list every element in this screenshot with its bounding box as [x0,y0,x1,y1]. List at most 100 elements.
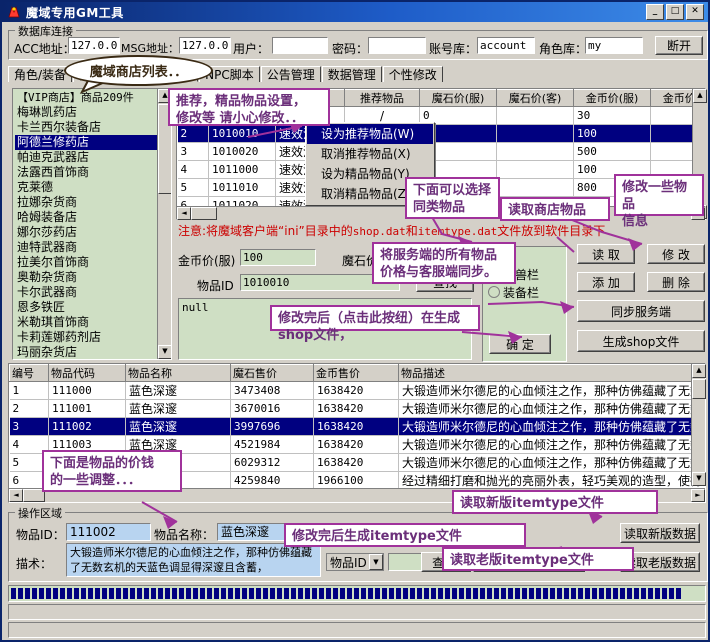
shop-list[interactable]: 【VIP商店】商品209件梅琳凯药店卡兰西尔装备店阿德兰修药店帕迪克武器店法露西… [12,88,172,360]
itemtype-cell[interactable]: 1 [10,382,49,400]
grid-cell[interactable]: 1010020 [209,143,276,161]
itemtype-row[interactable]: 2111001蓝色深邃36700161638420大锻造师米尔德尼的心血倾注之作… [10,400,707,418]
shop-list-item[interactable]: 玛丽杂货店 [15,345,171,360]
shop-confirm-button[interactable]: 确 定 [489,334,551,354]
itemtype-cell[interactable]: 111000 [49,382,126,400]
maximize-button[interactable]: □ [666,4,684,20]
itemtype-cell[interactable]: 3997696 [231,418,314,436]
grid-cell[interactable] [497,161,574,179]
op-search-field-combo[interactable]: 物品ID ▼ [326,553,384,571]
grid-scroll-up-icon[interactable]: ▲ [693,89,707,103]
grid-row[interactable]: 31010020速效治疗500 [178,143,707,161]
gold-price-input[interactable]: 100 [240,249,316,266]
grid-column-header[interactable]: 金币价(服) [574,90,651,107]
itemtype-grid-vscroll[interactable]: ▲ ▼ [691,364,705,486]
shop-list-item[interactable]: 娜尔莎药店 [15,225,171,240]
shop-list-item[interactable]: 迪特武器商 [15,240,171,255]
radio-equip-slot[interactable]: 装备栏 [488,284,539,301]
password-input[interactable] [368,37,426,54]
role-db-input[interactable]: my [585,37,643,54]
itemtype-scroll-thumb[interactable] [692,379,706,399]
itemtype-cell[interactable]: 蓝色深邃 [126,418,231,436]
itemtype-scroll-down-icon[interactable]: ▼ [692,472,706,486]
itemtype-cell[interactable]: 大锻造师米尔德尼的心血倾注之作，那种仿佛蕴藏了无数玄机的天蓝色 [399,418,707,436]
generate-shop-file-button[interactable]: 生成shop文件 [577,330,705,352]
shop-list-item[interactable]: 帕迪克武器店 [15,150,171,165]
itemtype-column-header[interactable]: 编号 [10,365,49,382]
grid-cell[interactable] [497,143,574,161]
itemtype-cell[interactable]: 1966100 [314,472,399,490]
shop-list-scrollbar[interactable]: ▲ ▼ [157,89,171,359]
itemtype-cell[interactable]: 大锻造师米尔德尼的心血倾注之作，那种仿佛蕴藏了无数玄机的天蓝色 [399,454,707,472]
grid-column-header[interactable]: 推荐物品 [345,90,420,107]
acc-address-input[interactable]: 127.0.0.1 [68,37,120,54]
grid-cell[interactable] [497,179,574,197]
itemtype-cell[interactable]: 1638420 [314,418,399,436]
shop-modify-button[interactable]: 修 改 [647,244,705,264]
tab-5[interactable]: 数据管理 [322,66,382,82]
grid-cell[interactable]: 1011000 [209,161,276,179]
chevron-down-icon[interactable]: ▼ [369,554,383,570]
tab-6[interactable]: 个性修改 [383,66,443,82]
grid-column-header[interactable]: 魔石价(服) [420,90,497,107]
context-menu-item[interactable]: 设为推荐物品(W) [307,124,433,144]
itemtype-column-header[interactable]: 物品描述 [399,365,707,382]
shop-list-item[interactable]: 拉美尔首饰商 [15,255,171,270]
shop-delete-button[interactable]: 删 除 [647,272,705,292]
grid-cell[interactable]: 3 [178,143,209,161]
shop-list-item[interactable]: 拉娜杂货商 [15,195,171,210]
itemtype-cell[interactable]: 111002 [49,418,126,436]
radio-equip-icon[interactable] [488,286,500,298]
itemtype-cell[interactable]: 大锻造师米尔德尼的心血倾注之作，那种仿佛蕴藏了无数玄机的天蓝色 [399,400,707,418]
shop-list-item[interactable]: 克莱德 [15,180,171,195]
grid-hscroll-thumb[interactable] [191,207,217,220]
grid-cell[interactable]: 2 [178,125,209,143]
context-menu-item[interactable]: 取消推荐物品(X) [307,144,433,164]
shop-list-item[interactable]: 阿德兰修药店 [15,135,171,150]
itemtype-row[interactable]: 3111002蓝色深邃39976961638420大锻造师米尔德尼的心血倾注之作… [10,418,707,436]
shop-list-item[interactable]: 梅琳凯药店 [15,105,171,120]
tab-0[interactable]: 角色/装备 [8,66,72,82]
grid-column-header[interactable]: 魔石价(客) [497,90,574,107]
read-new-data-button[interactable]: 读取新版数据 [620,523,700,543]
grid-cell[interactable] [497,107,574,125]
itemtype-cell[interactable]: 蓝色深邃 [126,382,231,400]
itemtype-scroll-up-icon[interactable]: ▲ [692,364,706,378]
grid-cell[interactable]: 500 [574,143,651,161]
shop-add-button[interactable]: 添 加 [577,272,635,292]
msg-address-input[interactable]: 127.0.0.1 [179,37,231,54]
itemtype-column-header[interactable]: 金币售价 [314,365,399,382]
close-button[interactable]: ✕ [686,4,704,20]
shop-list-item[interactable]: 卡莉莲娜药剂店 [15,330,171,345]
grid-cell[interactable]: 5 [178,179,209,197]
grid-cell[interactable]: 1010010 [209,125,276,143]
itemtype-column-header[interactable]: 物品代码 [49,365,126,382]
grid-cell[interactable]: 1011010 [209,179,276,197]
grid-scroll-left-icon[interactable]: ◄ [177,207,191,220]
itemtype-cell[interactable]: 1638420 [314,382,399,400]
itemtype-cell[interactable]: 3670016 [231,400,314,418]
itemtype-cell[interactable]: 1638420 [314,454,399,472]
itemtype-cell[interactable]: 大锻造师米尔德尼的心血倾注之作，那种仿佛蕴藏了无数玄机的天蓝色 [399,382,707,400]
shop-list-item[interactable]: 米勒琪首饰商 [15,315,171,330]
itemtype-cell[interactable]: 3 [10,418,49,436]
minimize-button[interactable]: _ [646,4,664,20]
itemtype-cell[interactable]: 6029312 [231,454,314,472]
itemtype-cell[interactable]: 大锻造师米尔德尼的心血倾注之作，那种仿佛蕴藏了无数玄机的天蓝色 [399,436,707,454]
grid-cell[interactable] [497,125,574,143]
shop-list-item[interactable]: 法露西首饰商 [15,165,171,180]
user-input[interactable] [272,37,328,54]
itemtype-row[interactable]: 1111000蓝色深邃34734081638420大锻造师米尔德尼的心血倾注之作… [10,382,707,400]
itemtype-cell[interactable]: 111001 [49,400,126,418]
disconnect-button[interactable]: 断开 [655,36,703,55]
itemtype-cell[interactable]: 经过精细打磨和抛光的亮丽外表，轻巧美观的造型，使得这款头盔深受 [399,472,707,490]
itemtype-cell[interactable]: 4259840 [231,472,314,490]
shop-list-item[interactable]: 卡兰西尔装备店 [15,120,171,135]
itemtype-cell[interactable]: 1638420 [314,436,399,454]
scroll-down-icon[interactable]: ▼ [158,345,172,359]
itemtype-scroll-right-icon[interactable]: ► [691,489,705,502]
shop-list-item[interactable]: 奥勒杂货商 [15,270,171,285]
shop-list-item[interactable]: 恩多铁匠 [15,300,171,315]
itemtype-cell[interactable]: 1638420 [314,400,399,418]
op-itemid-input[interactable]: 111002 [66,523,151,541]
